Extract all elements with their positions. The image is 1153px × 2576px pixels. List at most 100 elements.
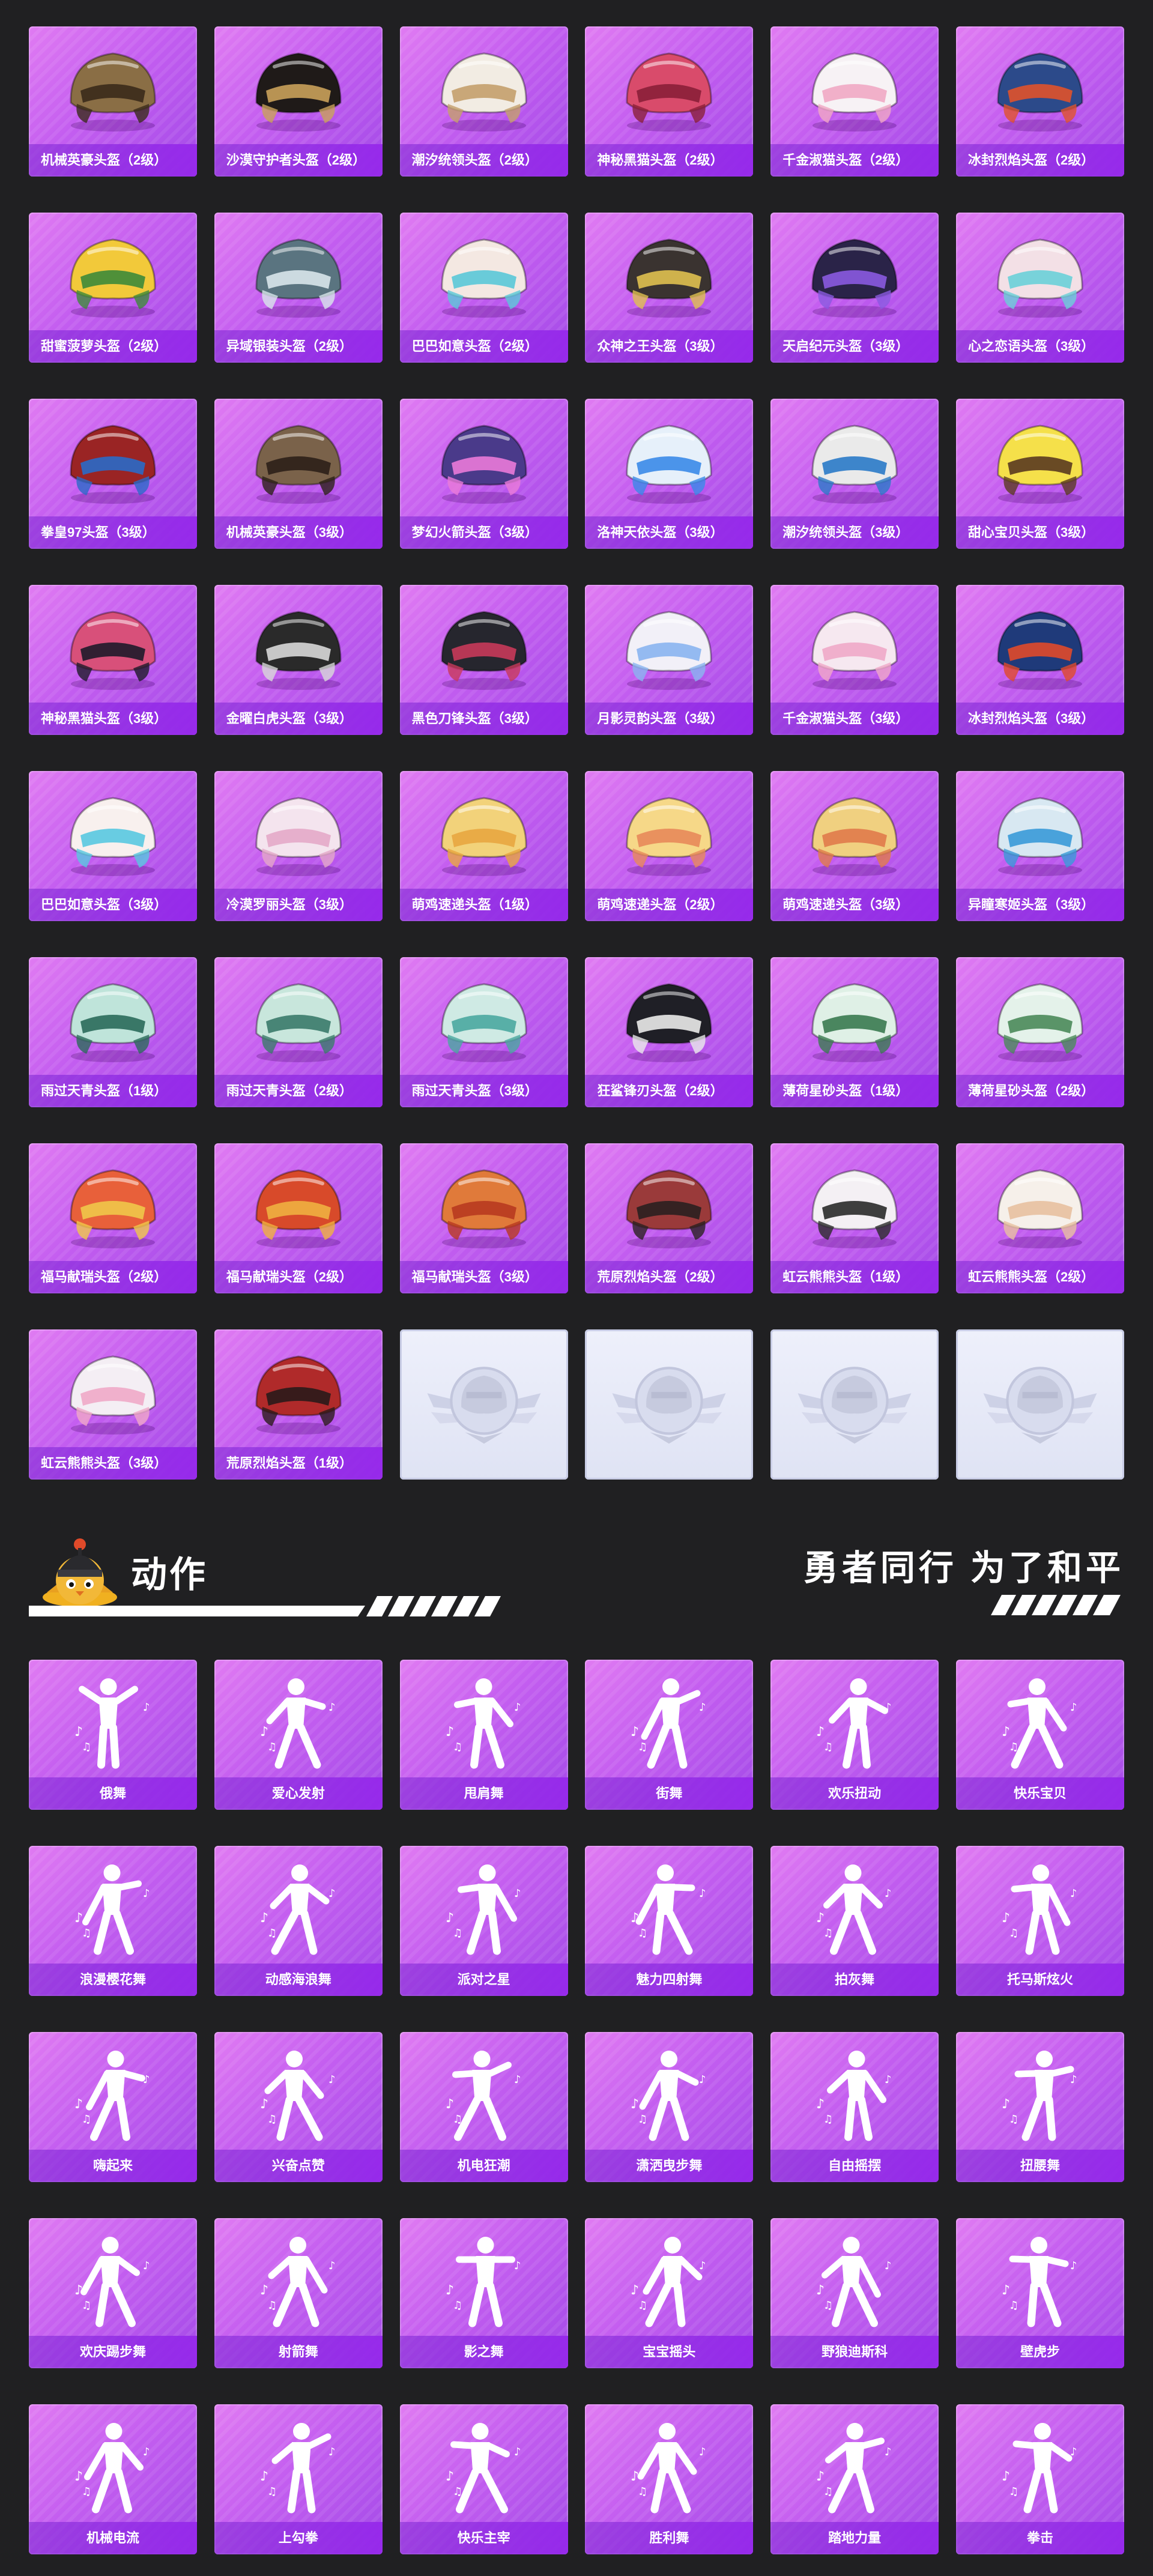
emote-card[interactable]: ♪ ♫ ♪ 上勾拳	[214, 2404, 383, 2554]
helmet-card[interactable]: 冰封烈焰头盔（3级）	[955, 585, 1124, 735]
emote-card[interactable]: ♪ ♫ ♪ 拳击	[955, 2404, 1124, 2554]
emote-card[interactable]: ♪ ♫ ♪ 胜利舞	[585, 2404, 754, 2554]
helmet-card[interactable]: 金曜白虎头盔（3级）	[214, 585, 383, 735]
emote-card[interactable]: ♪ ♫ ♪ 射箭舞	[214, 2218, 383, 2368]
helmet-card[interactable]: 福马献瑞头盔（3级）	[399, 1143, 568, 1293]
helmet-card[interactable]: 洛神天依头盔（3级）	[585, 399, 754, 549]
helmet-card[interactable]: 荒原烈焰头盔（2级）	[585, 1143, 754, 1293]
helmet-card[interactable]: 虹云熊熊头盔（2级）	[955, 1143, 1124, 1293]
helmet-card[interactable]: 黑色刀锋头盔（3级）	[399, 585, 568, 735]
helmet-card[interactable]: 梦幻火箭头盔（3级）	[399, 399, 568, 549]
helmet-card[interactable]: 雨过天青头盔（1级）	[29, 957, 197, 1107]
helmet-name: 异瞳寒姬头盔（3级）	[955, 889, 1124, 921]
svg-text:♪: ♪	[74, 2283, 83, 2298]
helmet-card[interactable]: 虹云熊熊头盔（1级）	[770, 1143, 939, 1293]
dancer-silhouette-icon: ♪ ♫ ♪	[29, 1854, 197, 1958]
emote-card[interactable]: ♪ ♫ ♪ 派对之星	[399, 1846, 568, 1996]
helmet-card[interactable]: 萌鸡速递头盔（3级）	[770, 771, 939, 921]
emote-card[interactable]: ♪ ♫ ♪ 托马斯炫火	[955, 1846, 1124, 1996]
helmet-name: 荒原烈焰头盔（2级）	[585, 1261, 754, 1293]
helmet-card[interactable]: 福马献瑞头盔（2级）	[29, 1143, 197, 1293]
emote-card[interactable]: ♪ ♫ ♪ 机电狂潮	[399, 2032, 568, 2182]
helmet-name: 众神之王头盔（3级）	[585, 330, 754, 363]
helmet-name: 黑色刀锋头盔（3级）	[399, 703, 568, 735]
emote-card[interactable]: ♪ ♫ ♪ 影之舞	[399, 2218, 568, 2368]
helmet-card[interactable]: 千金淑猫头盔（3级）	[770, 585, 939, 735]
emote-card[interactable]: ♪ ♫ ♪ 机械电流	[29, 2404, 197, 2554]
emote-card[interactable]: ♪ ♫ ♪ 拍灰舞	[770, 1846, 939, 1996]
emote-card[interactable]: ♪ ♫ ♪ 兴奋点赞	[214, 2032, 383, 2182]
dancer-silhouette-icon: ♪ ♫ ♪	[29, 2040, 197, 2144]
emote-card[interactable]: ♪ ♫ ♪ 潇洒曳步舞	[585, 2032, 754, 2182]
helmet-card[interactable]: 神秘黑猫头盔（3级）	[29, 585, 197, 735]
helmet-icon	[214, 221, 383, 324]
emote-card[interactable]: ♪ ♫ ♪ 欢庆踢步舞	[29, 2218, 197, 2368]
helmet-card[interactable]: 虹云熊熊头盔（3级）	[29, 1329, 197, 1480]
emote-card[interactable]: ♪ ♫ ♪ 踏地力量	[770, 2404, 939, 2554]
svg-text:♪: ♪	[699, 1701, 706, 1714]
emote-card[interactable]: ♪ ♫ ♪ 野狼迪斯科	[770, 2218, 939, 2368]
helmet-card[interactable]: 巴巴如意头盔（3级）	[29, 771, 197, 921]
helmet-card[interactable]: 雨过天青头盔（2级）	[214, 957, 383, 1107]
emote-card[interactable]: ♪ ♫ ♪ 快乐主宰	[399, 2404, 568, 2554]
emote-card[interactable]: ♪ ♫ ♪ 浪漫樱花舞	[29, 1846, 197, 1996]
helmet-icon	[29, 407, 197, 510]
emote-card[interactable]: ♪ ♫ ♪ 快乐宝贝	[955, 1660, 1124, 1810]
helmet-name: 机械英豪头盔（2级）	[29, 144, 197, 177]
emote-card[interactable]: ♪ ♫ ♪ 欢乐扭动	[770, 1660, 939, 1810]
emote-card[interactable]: ♪ ♫ ♪ 甩肩舞	[399, 1660, 568, 1810]
helmet-card[interactable]: 巴巴如意头盔（2级）	[399, 213, 568, 363]
emote-card[interactable]: ♪ ♫ ♪ 嗨起来	[29, 2032, 197, 2182]
emote-card[interactable]: ♪ ♫ ♪ 扭腰舞	[955, 2032, 1124, 2182]
svg-text:♫: ♫	[267, 2113, 277, 2126]
helmet-card[interactable]: 拳皇97头盔（3级）	[29, 399, 197, 549]
helmet-card[interactable]: 潮汐统领头盔（3级）	[770, 399, 939, 549]
helmet-card[interactable]: 薄荷星砂头盔（2级）	[955, 957, 1124, 1107]
emote-card[interactable]: ♪ ♫ ♪ 宝宝摇头	[585, 2218, 754, 2368]
emote-card[interactable]: ♪ ♫ ♪ 动感海浪舞	[214, 1846, 383, 1996]
helmet-card[interactable]: 萌鸡速递头盔（1级）	[399, 771, 568, 921]
helmet-card[interactable]: 心之恋语头盔（3级）	[955, 213, 1124, 363]
helmet-name: 冰封烈焰头盔（3级）	[955, 703, 1124, 735]
helmet-icon	[770, 221, 939, 324]
helmet-card[interactable]: 天启纪元头盔（3级）	[770, 213, 939, 363]
helmet-icon	[214, 35, 383, 138]
svg-text:♫: ♫	[267, 2485, 277, 2498]
emote-card[interactable]: ♪ ♫ ♪ 街舞	[585, 1660, 754, 1810]
helmet-icon	[956, 779, 1124, 883]
helmet-card[interactable]: 潮汐统领头盔（2级）	[399, 26, 568, 177]
helmet-card[interactable]: 千金淑猫头盔（2级）	[770, 26, 939, 177]
emote-card[interactable]: ♪ ♫ ♪ 爱心发射	[214, 1660, 383, 1810]
helmet-card[interactable]: 甜蜜菠萝头盔（2级）	[29, 213, 197, 363]
helmet-card[interactable]: 异瞳寒姬头盔（3级）	[955, 771, 1124, 921]
helmet-card[interactable]: 机械英豪头盔（2级）	[29, 26, 197, 177]
emote-card[interactable]: ♪ ♫ ♪ 俄舞	[29, 1660, 197, 1810]
helmet-card[interactable]: 冷漠罗丽头盔（3级）	[214, 771, 383, 921]
svg-text:♪: ♪	[816, 2469, 825, 2484]
helmet-name: 潮汐统领头盔（3级）	[770, 516, 939, 549]
helmet-card[interactable]: 狂鲨锋刃头盔（2级）	[585, 957, 754, 1107]
helmet-name: 神秘黑猫头盔（2级）	[585, 144, 754, 177]
helmet-card[interactable]: 沙漠守护者头盔（2级）	[214, 26, 383, 177]
helmet-card[interactable]: 福马献瑞头盔（2级）	[214, 1143, 383, 1293]
helmet-card[interactable]: 异域银装头盔（2级）	[214, 213, 383, 363]
helmet-card[interactable]: 机械英豪头盔（3级）	[214, 399, 383, 549]
helmet-icon	[956, 966, 1124, 1069]
emote-card[interactable]: ♪ ♫ ♪ 自由摇摆	[770, 2032, 939, 2182]
helmet-card[interactable]: 神秘黑猫头盔（2级）	[585, 26, 754, 177]
helmet-card[interactable]: 荒原烈焰头盔（1级）	[214, 1329, 383, 1480]
dancer-silhouette-icon: ♪ ♫ ♪	[400, 1854, 568, 1958]
svg-text:♫: ♫	[453, 1741, 462, 1753]
helmet-card[interactable]: 雨过天青头盔（3级）	[399, 957, 568, 1107]
emote-card[interactable]: ♪ ♫ ♪ 魅力四射舞	[585, 1846, 754, 1996]
helmet-card[interactable]: 萌鸡速递头盔（2级）	[585, 771, 754, 921]
helmet-card[interactable]: 甜心宝贝头盔（3级）	[955, 399, 1124, 549]
helmet-card[interactable]: 冰封烈焰头盔（2级）	[955, 26, 1124, 177]
emote-card[interactable]: ♪ ♫ ♪ 壁虎步	[955, 2218, 1124, 2368]
svg-text:♫: ♫	[1009, 1741, 1018, 1753]
helmet-card[interactable]: 薄荷星砂头盔（1级）	[770, 957, 939, 1107]
svg-text:♫: ♫	[267, 1927, 277, 1940]
helmet-card[interactable]: 众神之王头盔（3级）	[585, 213, 754, 363]
helmet-name: 神秘黑猫头盔（3级）	[29, 703, 197, 735]
helmet-card[interactable]: 月影灵韵头盔（3级）	[585, 585, 754, 735]
